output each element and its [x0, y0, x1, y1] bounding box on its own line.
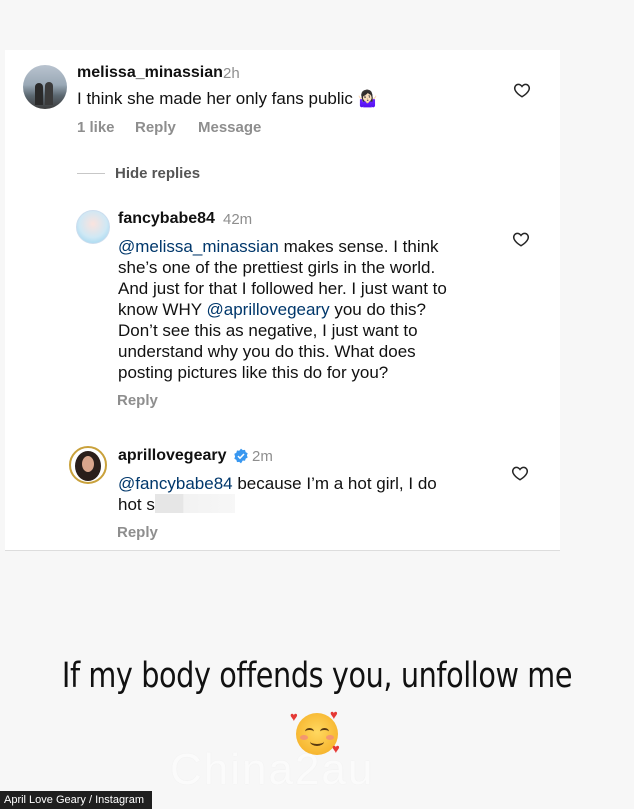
heart-icon[interactable] — [513, 81, 531, 99]
comment-thread: melissa_minassian 2h I think she made he… — [5, 50, 560, 551]
mention-link[interactable]: @aprillovegeary — [207, 300, 330, 319]
reply-time: 2m — [252, 448, 273, 465]
reply-button[interactable]: Reply — [117, 524, 158, 541]
shrug-emoji: 🤷🏻‍♀️ — [357, 91, 378, 108]
reply-text: @melissa_minassian makes sense. I think … — [118, 237, 447, 382]
avatar-melissa[interactable] — [23, 65, 67, 109]
heart-icon[interactable] — [511, 464, 529, 482]
reply-button[interactable]: Reply — [135, 119, 176, 136]
avatar-aprillovegeary[interactable] — [69, 446, 107, 484]
comment-time: 2h — [223, 65, 240, 82]
username-fancybabe84[interactable]: fancybabe84 — [118, 210, 215, 228]
username-melissa[interactable]: melissa_minassian — [77, 64, 223, 82]
comment-text: I think she made her only fans public 🤷🏻… — [77, 89, 378, 108]
reply-time: 42m — [223, 211, 253, 228]
mention-link[interactable]: @fancybabe84 — [118, 474, 233, 493]
story-caption: If my body offends you, unfollow me — [61, 656, 573, 696]
reply-button[interactable]: Reply — [117, 392, 158, 409]
mention-link[interactable]: @melissa_minassian — [118, 237, 279, 256]
username-aprillovegeary[interactable]: aprillovegeary — [118, 447, 227, 465]
avatar-fancybabe84[interactable] — [76, 210, 110, 244]
verified-badge-icon — [234, 448, 248, 464]
watermark: China2au — [170, 745, 375, 794]
like-count[interactable]: 1 like — [77, 119, 115, 136]
reply-text: @fancybabe84 because I’m a hot girl, I d… — [118, 474, 437, 514]
hide-replies-button[interactable]: Hide replies — [115, 165, 200, 182]
censor-blur — [154, 494, 235, 513]
replies-divider — [77, 173, 105, 174]
message-button[interactable]: Message — [198, 119, 261, 136]
photo-credit: April Love Geary / Instagram — [0, 791, 153, 809]
heart-icon[interactable] — [512, 230, 530, 248]
